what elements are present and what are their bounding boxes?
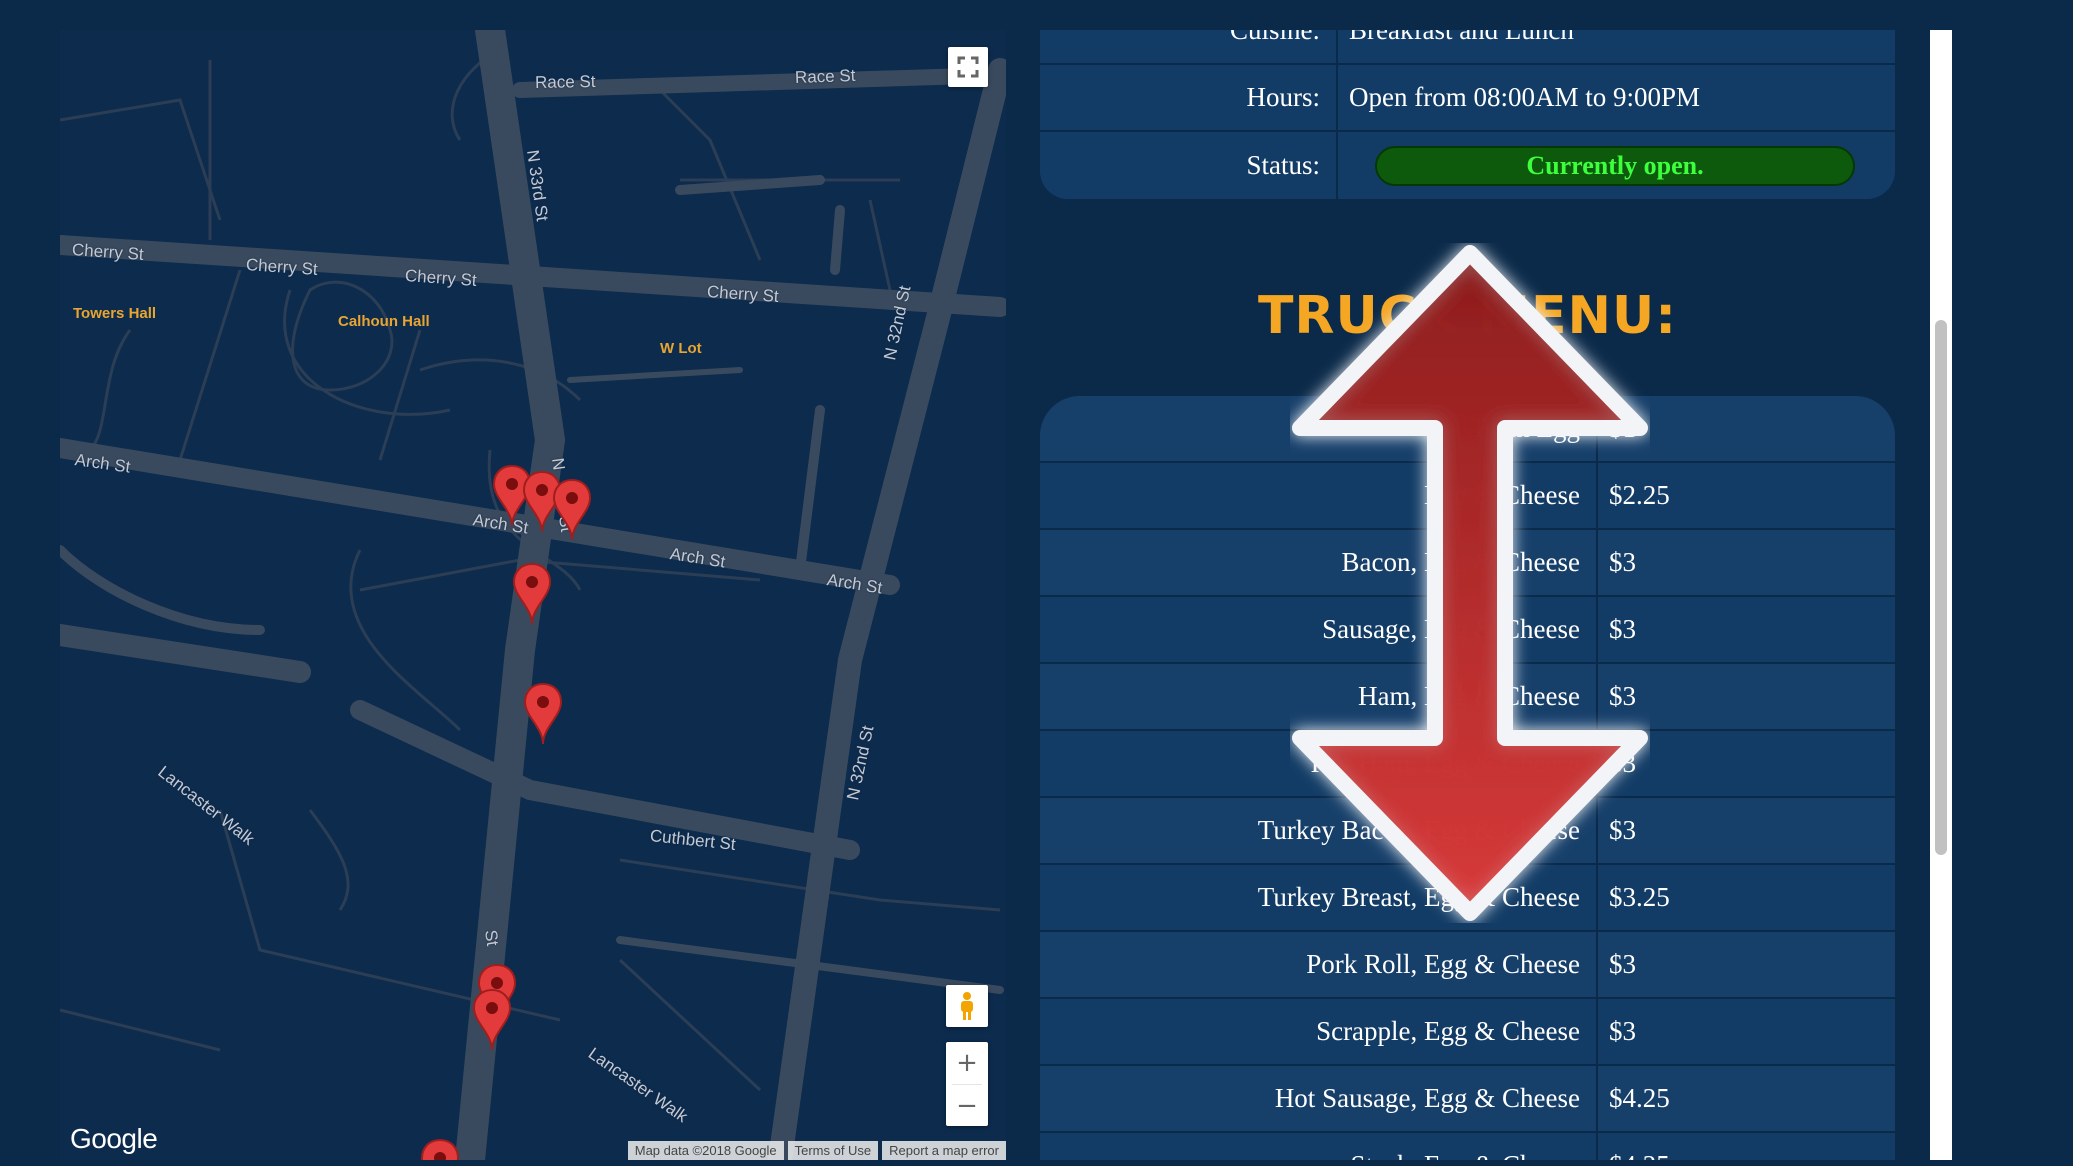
truck-info-panel: Cuisine: Breakfast and Lunch Hours: Open… (1040, 30, 1895, 1160)
menu-item-name: Pork Roll, Egg & Cheese (1040, 932, 1598, 997)
cuisine-value: Breakfast and Lunch (1349, 30, 1574, 45)
map-marker[interactable] (512, 562, 552, 626)
menu-item-name: Ham, Egg & Cheese (1040, 664, 1598, 729)
menu-item-price: $2.25 (1609, 480, 1670, 510)
menu-row: Egg & Cheese $2.25 (1040, 463, 1895, 530)
cuisine-row: Cuisine: Breakfast and Lunch (1040, 30, 1895, 65)
menu-item-name: Scrapple, Egg & Cheese (1040, 999, 1598, 1064)
street-view-button[interactable] (946, 985, 988, 1027)
hours-row: Hours: Open from 08:00AM to 9:00PM (1040, 65, 1895, 132)
menu-item-price: $3 (1609, 547, 1636, 577)
menu-item-price: $1 (1609, 413, 1636, 443)
menu-item-price: $4.25 (1609, 1083, 1670, 1113)
menu-item-price: $3 (1609, 949, 1636, 979)
pegman-icon (961, 992, 973, 1020)
zoom-out-button[interactable]: − (946, 1085, 988, 1127)
status-cell: Currently open. (1338, 132, 1895, 199)
menu-row: Plain Egg $1 (1040, 396, 1895, 463)
hours-value: Open from 08:00AM to 9:00PM (1349, 82, 1700, 112)
status-row: Status: Currently open. (1040, 132, 1895, 199)
menu-item-name: Bacon, Egg & Cheese (1040, 530, 1598, 595)
poi-label: Towers Hall (73, 305, 157, 322)
report-error-link[interactable]: Report a map error (882, 1141, 1006, 1160)
menu-item-name: Turkey Bacon, Egg & Cheese (1040, 798, 1598, 863)
map-data-text: Map data ©2018 Google (627, 1141, 784, 1160)
zoom-in-button[interactable]: + (946, 1042, 988, 1084)
google-logo: Google (70, 1123, 158, 1154)
hours-label: Hours: (1040, 65, 1338, 130)
poi-label: Calhoun Hall (338, 313, 430, 330)
scrollbar-thumb[interactable] (1935, 320, 1947, 855)
zoom-control: + − (946, 1042, 988, 1126)
street-label: Race St (794, 65, 856, 87)
menu-row: Hot Ham, Egg & Cheese $3 (1040, 731, 1895, 798)
menu-item-name: Egg & Cheese (1040, 463, 1598, 528)
truck-details-table: Cuisine: Breakfast and Lunch Hours: Open… (1040, 30, 1895, 199)
menu-item-price: $3.25 (1609, 882, 1670, 912)
menu-item-name: Sausage, Egg & Cheese (1040, 597, 1598, 662)
map-marker[interactable] (420, 1138, 460, 1160)
menu-row: Turkey Breast, Egg & Cheese $3.25 (1040, 865, 1895, 932)
poi-label: W Lot (660, 340, 702, 357)
menu-item-name: Hot Ham, Egg & Cheese (1040, 731, 1598, 796)
menu-row: Scrapple, Egg & Cheese $3 (1040, 999, 1895, 1066)
status-label: Status: (1040, 132, 1338, 199)
map-marker[interactable] (552, 478, 592, 542)
map-marker[interactable] (472, 988, 512, 1052)
menu-row: Hot Sausage, Egg & Cheese $4.25 (1040, 1066, 1895, 1133)
menu-item-name: Steak, Egg & Cheese (1040, 1133, 1598, 1160)
cuisine-label: Cuisine: (1040, 30, 1338, 63)
menu-item-price: $3 (1609, 681, 1636, 711)
fullscreen-icon (957, 56, 979, 78)
menu-item-price: $3 (1609, 815, 1636, 845)
menu-row: Steak, Egg & Cheese$4.25 (1040, 1133, 1895, 1160)
map-attribution: Map data ©2018 Google Terms of Use Repor… (627, 1141, 1006, 1160)
fullscreen-button[interactable] (948, 47, 988, 87)
menu-row: Bacon, Egg & Cheese $3 (1040, 530, 1895, 597)
scrollbar[interactable] (1930, 30, 1952, 1160)
map-marker[interactable] (523, 682, 563, 746)
map[interactable]: Race St Race St Cherry St Cherry St Cher… (60, 30, 1006, 1160)
menu-item-name: Plain Egg (1040, 396, 1598, 461)
menu-title: TRUCK MENU: (1257, 286, 1678, 346)
menu-row: Ham, Egg & Cheese $3 (1040, 664, 1895, 731)
menu-item-price: $3 (1609, 748, 1636, 778)
menu-row: Sausage, Egg & Cheese $3 (1040, 597, 1895, 664)
menu-row: Turkey Bacon, Egg & Cheese $3 (1040, 798, 1895, 865)
terms-link[interactable]: Terms of Use (787, 1141, 879, 1160)
street-label: Race St (534, 71, 596, 92)
menu-item-name: Turkey Breast, Egg & Cheese (1040, 865, 1598, 930)
menu-row: Pork Roll, Egg & Cheese $3 (1040, 932, 1895, 999)
street-label: St (481, 928, 503, 948)
menu-item-name: Hot Sausage, Egg & Cheese (1040, 1066, 1598, 1131)
menu-item-price: $3 (1609, 1016, 1636, 1046)
status-badge: Currently open. (1375, 145, 1855, 186)
menu-table: Plain Egg $1 Egg & Cheese $2.25 Bacon, Egg &… (1040, 396, 1895, 1160)
menu-item-price: $4.25 (1598, 1133, 1895, 1160)
menu-item-price: $3 (1609, 614, 1636, 644)
